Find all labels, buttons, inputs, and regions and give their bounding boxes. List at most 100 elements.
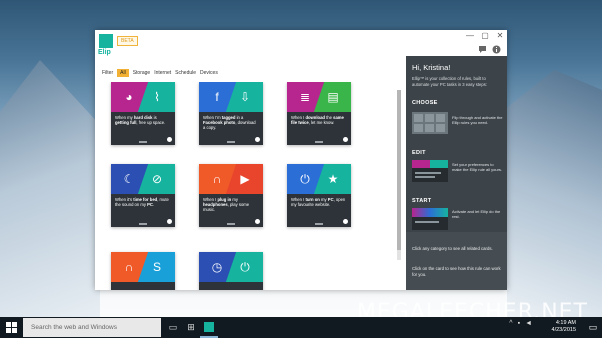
card-header: ◕ ⌇ <box>111 82 175 112</box>
card-body: When I turn on my PC, open my favourite … <box>287 194 351 227</box>
card-toggle[interactable] <box>255 137 260 142</box>
card-body: When my hard disk is getting full, free … <box>111 112 175 145</box>
rule-card[interactable]: ≣ ▤ When I download the same file twice, l… <box>287 82 351 145</box>
card-toggle[interactable] <box>343 219 348 224</box>
rule-card[interactable]: ⏻ ★ When I turn on my PC, open my favourit… <box>287 164 351 227</box>
card-body: When I'm tagged in a Facebook photo, dow… <box>199 112 263 145</box>
clock-date: 4/23/2015 <box>551 327 576 333</box>
footer-line-2: Click on the card to see how this rule c… <box>412 266 501 277</box>
step-edit-title: EDIT <box>412 150 426 156</box>
card-header: ∩ ▶ <box>199 164 263 194</box>
play-icon: ▶ <box>240 172 250 186</box>
card-text: When it's time for bed, mute the sound o… <box>115 197 169 208</box>
rule-card[interactable]: ∩ ▶ When I plug in my headphones, play som… <box>199 164 263 227</box>
card-header: f ⇩ <box>199 82 263 112</box>
card-indicator <box>227 223 235 225</box>
card-body: When I download the same file twice, let… <box>287 112 351 145</box>
power-icon: ⏻ <box>300 171 310 186</box>
mute-icon: ⊘ <box>151 172 163 186</box>
title-bar: — ▢ ✕ <box>95 30 507 42</box>
rule-card[interactable]: ∩ S <box>111 252 175 290</box>
facebook-icon: f <box>215 90 219 104</box>
moon-icon: ☾ <box>123 172 135 186</box>
card-header: ⏻ ★ <box>287 164 351 194</box>
card-indicator <box>227 141 235 143</box>
card-toggle[interactable] <box>343 137 348 142</box>
mountain-left <box>0 60 100 320</box>
app-logo-text: Elip <box>98 49 111 56</box>
info-icon[interactable] <box>492 45 501 54</box>
step-start-title: START <box>412 198 432 204</box>
footer-line-1: Click any category to see all related ca… <box>412 246 493 251</box>
clock-icon: ◷ <box>211 260 223 274</box>
close-button[interactable]: ✕ <box>493 30 507 42</box>
card-body <box>199 282 263 290</box>
greeting: Hi, Kristina! <box>412 63 451 72</box>
clock-time: 4:19 AM <box>555 320 576 326</box>
clock[interactable]: 4:19 AM 4/23/2015 <box>552 320 576 334</box>
windows-icon <box>5 322 17 333</box>
volume-icon[interactable]: ◄ <box>525 320 532 327</box>
step-choose-text: Flip through and activate the Ellip rule… <box>452 115 503 125</box>
network-icon[interactable]: ▪ <box>518 320 520 327</box>
filter-storage[interactable]: Storage <box>133 70 151 76</box>
card-text: When my hard disk is getting full, free … <box>115 115 166 126</box>
card-indicator <box>139 141 147 143</box>
info-panel: Hi, Kristina! Ellip™ is your collection … <box>406 56 507 290</box>
mountain-right <box>507 70 602 320</box>
store-icon[interactable]: ⊞ <box>184 320 198 334</box>
rule-card[interactable]: ◕ ⌇ When my hard disk is getting full, fre… <box>111 82 175 145</box>
card-header: ◷ ⏻ <box>199 252 263 282</box>
edit-illustration <box>412 160 448 182</box>
step-start-text: Activate and let Ellip do the rest. <box>452 209 501 219</box>
panel-intro: Ellip™ is your collection of rules, buil… <box>412 76 487 87</box>
filter-bar: Filter All Storage Internet Schedule Dev… <box>102 68 218 78</box>
card-body <box>111 282 175 290</box>
card-text: When I download the same file twice, let… <box>291 115 344 126</box>
taskbar-search[interactable]: Search the web and Windows <box>23 318 161 337</box>
card-text: When I'm tagged in a Facebook photo, dow… <box>203 115 256 131</box>
scrollbar[interactable] <box>397 90 401 260</box>
start-button[interactable] <box>0 317 22 338</box>
card-header: ☾ ⊘ <box>111 164 175 194</box>
notifications-icon[interactable]: ▭ <box>586 320 600 334</box>
chevron-up-icon[interactable]: ^ <box>509 320 512 327</box>
app-window: — ▢ ✕ Elip BETA Filter All Storage Inter… <box>95 30 507 290</box>
card-body: When I plug in my headphones, play some … <box>199 194 263 227</box>
cards-grid: ◕ ⌇ When my hard disk is getting full, fre… <box>95 82 405 290</box>
filter-all[interactable]: All <box>117 69 129 77</box>
broom-icon: ⌇ <box>154 90 160 104</box>
filter-devices[interactable]: Devices <box>200 70 218 76</box>
headphones-icon: ∩ <box>124 260 134 274</box>
card-indicator <box>315 141 323 143</box>
rule-card[interactable]: f ⇩ When I'm tagged in a Facebook photo, d… <box>199 82 263 145</box>
card-toggle[interactable] <box>167 219 172 224</box>
skype-icon: S <box>152 260 161 274</box>
card-toggle[interactable] <box>167 137 172 142</box>
system-tray: ^ ▪ ◄ <box>509 320 532 327</box>
taskbar: Search the web and Windows ▭ ⊞ ^ ▪ ◄ 4:1… <box>0 317 602 338</box>
card-text: When I turn on my PC, open my favourite … <box>291 197 346 208</box>
message-icon: ▤ <box>327 90 339 104</box>
maximize-button[interactable]: ▢ <box>478 30 492 42</box>
card-header: ∩ S <box>111 252 175 282</box>
start-illustration <box>412 208 448 230</box>
step-edit-text: Set your preferences to make the Ellip r… <box>452 162 503 172</box>
feedback-icon[interactable] <box>478 45 487 54</box>
task-view-icon[interactable]: ▭ <box>166 320 180 334</box>
panel-footer: Click any category to see all related ca… <box>406 232 507 290</box>
rule-card[interactable]: ☾ ⊘ When it's time for bed, mute the sound… <box>111 164 175 227</box>
step-choose-title: CHOOSE <box>412 100 438 106</box>
card-header: ≣ ▤ <box>287 82 351 112</box>
scroll-thumb[interactable] <box>397 90 401 250</box>
ellip-taskbar-icon[interactable] <box>204 322 214 332</box>
rule-card[interactable]: ◷ ⏻ <box>199 252 263 290</box>
card-text: When I plug in my headphones, play some … <box>203 197 250 213</box>
card-toggle[interactable] <box>255 219 260 224</box>
beta-badge: BETA <box>117 36 138 46</box>
document-icon: ≣ <box>299 90 311 104</box>
filter-schedule[interactable]: Schedule <box>175 70 196 76</box>
filter-internet[interactable]: Internet <box>154 70 171 76</box>
minimize-button[interactable]: — <box>463 30 477 42</box>
choose-illustration <box>412 112 448 134</box>
